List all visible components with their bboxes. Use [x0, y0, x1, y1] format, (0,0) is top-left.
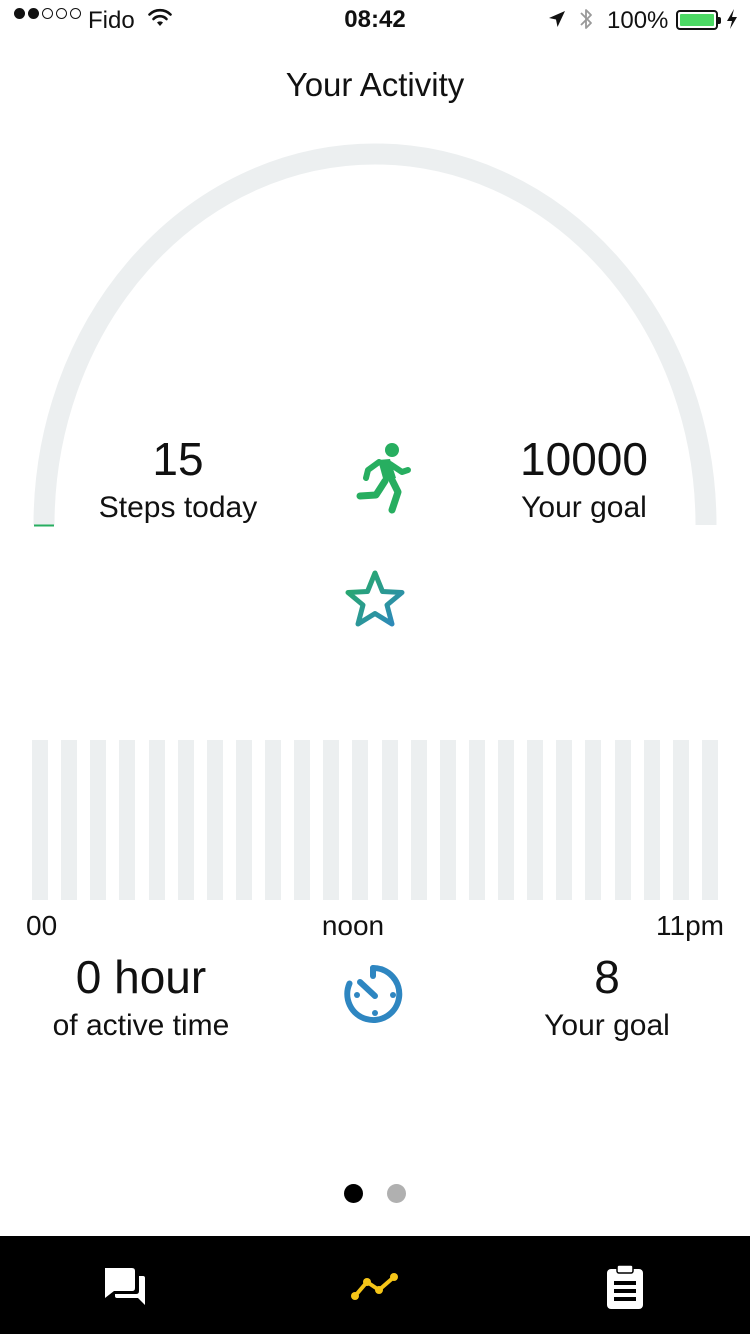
hour-bar: [614, 740, 631, 900]
hour-bar: [468, 740, 485, 900]
chat-icon[interactable]: [102, 1266, 148, 1308]
hour-bar: [701, 740, 718, 900]
clipboard-icon[interactable]: [605, 1264, 645, 1310]
hour-bar: [410, 740, 427, 900]
axis-label-start: 00: [26, 910, 58, 941]
star-icon: [345, 570, 405, 627]
hour-bar: [643, 740, 660, 900]
hour-bar: [235, 740, 252, 900]
steps-goal-value: 10000: [520, 433, 648, 485]
running-person-icon: [356, 443, 411, 514]
steps-label: Steps today: [98, 491, 258, 524]
hour-bar: [439, 740, 456, 900]
steps-count: 15: [152, 433, 204, 485]
hourly-activity-chart: [32, 740, 718, 900]
page-dot-2[interactable]: [387, 1184, 406, 1203]
hour-bar: [672, 740, 689, 900]
activity-graph-icon[interactable]: [351, 1272, 399, 1302]
tab-bar: [0, 1236, 750, 1334]
hour-bar: [90, 740, 107, 900]
hour-bar: [177, 740, 194, 900]
hour-bar: [148, 740, 165, 900]
page-indicator[interactable]: [0, 1184, 750, 1203]
page-dot-1[interactable]: [344, 1184, 363, 1203]
hour-bar: [32, 740, 48, 900]
hour-bar: [556, 740, 573, 900]
timer-icon: [344, 964, 403, 1023]
hour-bar: [323, 740, 340, 900]
axis-label-end: 11pm: [656, 910, 724, 941]
hour-bar: [527, 740, 544, 900]
hour-bar: [265, 740, 281, 900]
hour-bar: [206, 740, 223, 900]
active-time-label: of active time: [52, 1009, 230, 1042]
hour-bar: [352, 740, 369, 900]
hour-bar: [294, 740, 311, 900]
hour-bar: [585, 740, 602, 900]
axis-label-noon: noon: [321, 910, 385, 941]
active-time-goal-value: 8: [594, 951, 620, 1003]
active-time-value: 0 hour: [75, 951, 207, 1003]
steps-goal-label: Your goal: [521, 491, 647, 524]
hour-bar: [119, 740, 136, 900]
hour-bar: [381, 740, 398, 900]
active-time-goal-label: Your goal: [544, 1009, 670, 1042]
hour-bar: [61, 740, 78, 900]
hour-bar: [498, 740, 514, 900]
